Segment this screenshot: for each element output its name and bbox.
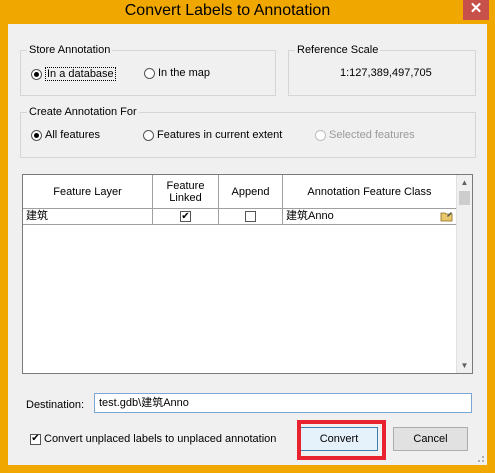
store-annotation-group: Store Annotation In a database In the ma…: [20, 44, 276, 96]
dialog-window: Convert Labels to Annotation ✕ Store Ann…: [0, 0, 495, 473]
unplaced-option[interactable]: ✔ Convert unplaced labels to unplaced an…: [30, 433, 276, 445]
radio-dot-disabled: [315, 129, 326, 141]
table-row[interactable]: 建筑 ✔ 建筑Anno: [23, 209, 457, 225]
reference-scale-group: Reference Scale 1:127,389,497,705: [288, 44, 476, 96]
radio-in-map[interactable]: In the map: [144, 67, 210, 79]
radio-label-all-features: All features: [45, 129, 101, 141]
folder-edit-icon[interactable]: [440, 210, 453, 227]
arrow-down-icon[interactable]: ▼: [457, 358, 472, 373]
radio-dot-selected[interactable]: [31, 129, 42, 141]
cancel-button[interactable]: Cancel: [393, 427, 468, 451]
cell-annotation-class: 建筑Anno: [283, 209, 457, 225]
arrow-up-icon[interactable]: ▲: [457, 175, 472, 190]
create-annotation-for-group: Create Annotation For All features Featu…: [20, 106, 476, 158]
annotation-class-text: 建筑Anno: [286, 210, 334, 222]
table-header: Feature Layer Feature Linked Append Anno…: [23, 175, 457, 209]
column-header-feature-layer[interactable]: Feature Layer: [23, 175, 153, 209]
radio-label-in-database: In a database: [45, 67, 116, 81]
destination-field[interactable]: test.gdb\建筑Anno: [94, 393, 472, 413]
reference-scale-legend: Reference Scale: [295, 44, 381, 56]
radio-current-extent[interactable]: Features in current extent: [143, 129, 282, 141]
dialog-title: Convert Labels to Annotation: [124, 2, 331, 19]
radio-in-database[interactable]: In a database: [31, 67, 116, 81]
feature-linked-checkbox[interactable]: ✔: [180, 211, 191, 222]
close-icon: ✕: [469, 0, 483, 17]
close-button[interactable]: ✕: [463, 0, 489, 20]
destination-label: Destination:: [26, 399, 85, 411]
radio-label-current-extent: Features in current extent: [157, 129, 283, 141]
resize-grip-icon[interactable]: [475, 453, 485, 463]
column-header-append[interactable]: Append: [219, 175, 283, 209]
cell-append: [219, 209, 283, 225]
reference-scale-value: 1:127,389,497,705: [340, 67, 432, 79]
radio-selected-features: Selected features: [315, 129, 415, 141]
scrollbar-thumb[interactable]: [459, 191, 470, 205]
unplaced-label: Convert unplaced labels to unplaced anno…: [44, 433, 277, 445]
cell-feature-layer: 建筑: [23, 209, 153, 225]
dialog-body: Store Annotation In a database In the ma…: [8, 24, 487, 465]
create-annotation-for-legend: Create Annotation For: [27, 106, 139, 118]
cell-feature-linked: ✔: [153, 209, 219, 225]
layer-table[interactable]: Feature Layer Feature Linked Append Anno…: [22, 174, 473, 374]
radio-dot-selected[interactable]: [31, 68, 42, 80]
append-checkbox[interactable]: [245, 211, 256, 222]
title-bar[interactable]: Convert Labels to Annotation ✕: [0, 0, 495, 24]
column-header-feature-linked[interactable]: Feature Linked: [153, 175, 219, 209]
radio-all-features[interactable]: All features: [31, 129, 100, 141]
radio-label-in-map: In the map: [158, 67, 210, 79]
radio-dot[interactable]: [143, 129, 154, 141]
radio-dot[interactable]: [144, 67, 155, 79]
highlight-box: [297, 420, 386, 460]
radio-label-selected-features: Selected features: [329, 129, 415, 141]
column-header-annotation-class[interactable]: Annotation Feature Class: [283, 175, 457, 209]
store-annotation-legend: Store Annotation: [27, 44, 113, 56]
table-vertical-scrollbar[interactable]: ▲ ▼: [456, 175, 472, 373]
unplaced-checkbox[interactable]: ✔: [30, 433, 41, 445]
